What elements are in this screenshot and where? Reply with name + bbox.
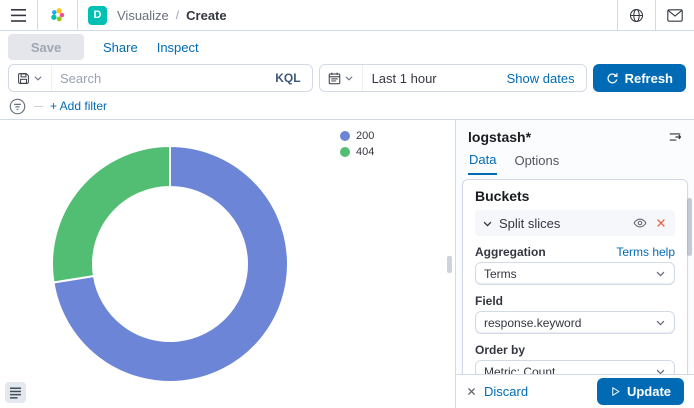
breadcrumb-separator: / <box>176 8 179 22</box>
saved-query-icon <box>17 72 30 85</box>
save-button[interactable]: Save <box>8 34 84 60</box>
breadcrumb-visualize[interactable]: Visualize <box>117 8 169 23</box>
aggregation-label: Aggregation <box>475 245 546 259</box>
filter-bar: + Add filter <box>0 93 694 120</box>
saved-query-button[interactable] <box>9 65 52 91</box>
header-right <box>617 0 694 30</box>
chevron-down-icon <box>655 268 666 279</box>
search-input[interactable] <box>52 65 264 91</box>
search-group: KQL <box>8 64 313 92</box>
tab-data[interactable]: Data <box>468 152 497 175</box>
filter-options-button[interactable] <box>8 97 27 116</box>
chevron-down-icon <box>655 317 666 328</box>
cross-icon <box>466 386 477 397</box>
terms-help-link[interactable]: Terms help <box>616 245 675 259</box>
aggregation-select[interactable]: Terms <box>475 262 675 285</box>
calendar-icon <box>328 72 341 85</box>
tab-options[interactable]: Options <box>513 152 560 175</box>
legend-label-200: 200 <box>356 130 374 142</box>
elastic-logo-icon <box>49 7 66 24</box>
menu-right-icon <box>668 130 682 144</box>
chevron-down-icon <box>344 73 354 83</box>
globe-button[interactable] <box>618 0 655 30</box>
breadcrumb: Visualize / Create <box>117 0 227 30</box>
mail-button[interactable] <box>656 0 694 30</box>
elastic-home-button[interactable] <box>38 0 77 30</box>
side-panel-footer: Discard Update <box>456 374 694 408</box>
visualization-area: 200 404 <box>0 120 455 408</box>
date-picker-group: Last 1 hour Show dates <box>319 64 587 92</box>
refresh-button[interactable]: Refresh <box>593 64 686 92</box>
split-slices-row[interactable]: Split slices <box>475 210 675 236</box>
order-by-select-value: Metric: Count <box>484 365 555 375</box>
share-button[interactable]: Share <box>103 40 138 55</box>
side-panel-body: Buckets Split slices <box>456 175 694 374</box>
chevron-down-icon <box>33 73 43 83</box>
panel-resizer-handle[interactable] <box>447 256 452 273</box>
date-quick-select-button[interactable] <box>320 65 363 91</box>
index-pattern-title: logstash* <box>468 129 531 145</box>
legend-item-200[interactable]: 200 <box>340 130 374 142</box>
collapse-panel-button[interactable] <box>668 130 682 144</box>
side-panel: logstash* Data Options Buckets <box>455 120 694 408</box>
side-panel-tabs: Data Options <box>468 152 682 175</box>
cross-icon <box>655 217 667 229</box>
discard-button[interactable]: Discard <box>466 384 528 399</box>
play-icon <box>610 386 621 397</box>
inspect-button[interactable]: Inspect <box>157 40 199 55</box>
remove-bucket-button[interactable] <box>654 216 668 230</box>
order-by-select[interactable]: Metric: Count <box>475 360 675 374</box>
chart-legend: 200 404 <box>340 130 374 162</box>
main-content: 200 404 logstash* <box>0 120 694 408</box>
time-range-button[interactable]: Last 1 hour <box>363 71 496 86</box>
field-select-value: response.keyword <box>484 316 581 330</box>
breadcrumb-create: Create <box>186 8 226 23</box>
chevron-down-icon <box>482 218 493 229</box>
toggle-visibility-button[interactable] <box>632 215 648 231</box>
hamburger-icon <box>11 9 26 22</box>
query-language-button[interactable]: KQL <box>264 71 311 85</box>
donut-slice-404[interactable] <box>52 146 170 282</box>
refresh-icon <box>606 72 619 85</box>
filter-circle-icon <box>9 98 26 115</box>
update-button-label: Update <box>627 384 671 399</box>
legend-dot-404 <box>340 147 350 157</box>
space-badge[interactable]: D <box>88 6 107 25</box>
show-dates-button[interactable]: Show dates <box>496 71 586 86</box>
donut-chart <box>0 120 340 407</box>
discard-button-label: Discard <box>484 384 528 399</box>
globe-icon <box>629 8 644 23</box>
action-bar: Save Share Inspect <box>0 31 694 63</box>
list-icon <box>10 387 22 399</box>
mail-icon <box>667 9 683 22</box>
buckets-card: Buckets Split slices <box>462 179 688 374</box>
menu-button[interactable] <box>0 0 37 30</box>
top-header: D Visualize / Create <box>0 0 694 31</box>
legend-toggle-button[interactable] <box>5 382 26 403</box>
eye-icon <box>633 216 647 230</box>
field-select[interactable]: response.keyword <box>475 311 675 334</box>
refresh-button-label: Refresh <box>625 71 673 86</box>
update-button[interactable]: Update <box>597 378 684 405</box>
header-divider <box>77 0 78 30</box>
panel-scrollbar-thumb[interactable] <box>687 198 692 256</box>
chevron-down-icon <box>655 366 666 374</box>
add-filter-button[interactable]: + Add filter <box>50 99 107 113</box>
legend-dot-200 <box>340 131 350 141</box>
filter-bar-dash <box>34 106 43 107</box>
order-by-label: Order by <box>475 343 525 357</box>
side-panel-header: logstash* Data Options <box>456 120 694 175</box>
aggregation-select-value: Terms <box>484 267 517 281</box>
legend-item-404[interactable]: 404 <box>340 146 374 158</box>
split-slices-label: Split slices <box>499 216 626 231</box>
query-bar: KQL Last 1 hour Show dates Refresh <box>0 63 694 93</box>
field-label: Field <box>475 294 503 308</box>
buckets-title: Buckets <box>475 188 675 204</box>
legend-label-404: 404 <box>356 146 374 158</box>
